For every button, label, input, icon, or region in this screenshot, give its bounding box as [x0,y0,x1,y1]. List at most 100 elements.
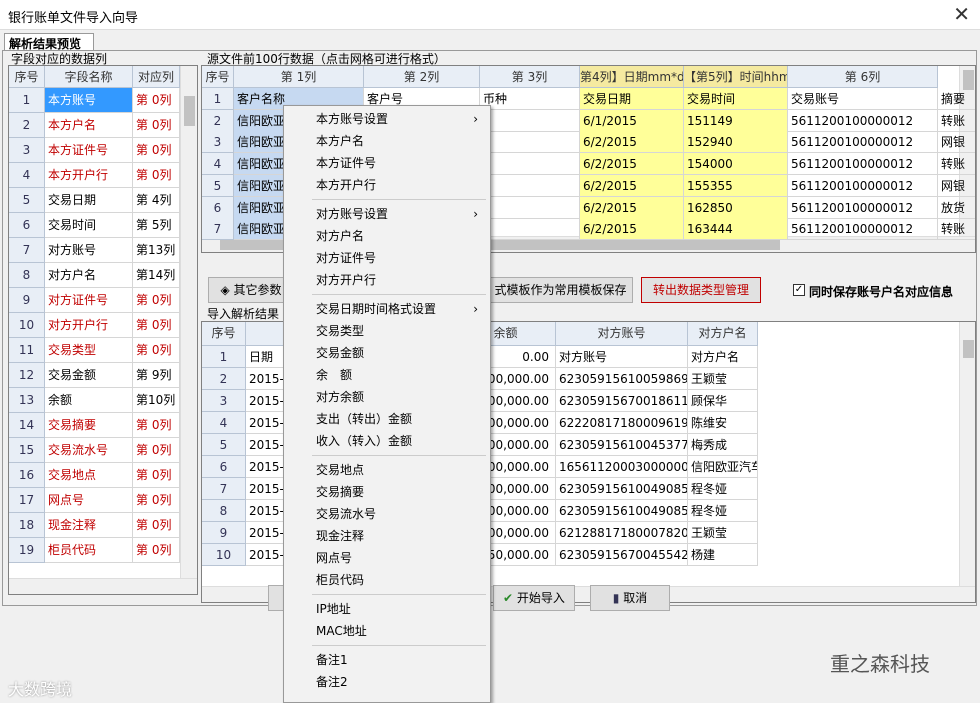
source-cell[interactable]: 放货 [938,197,975,219]
result-cell[interactable]: 623059156700186116 [556,390,688,412]
result-cell[interactable]: 623059156700455420 [556,544,688,566]
field-column-cell[interactable]: 第13列 [133,238,180,263]
menu-item[interactable]: 本方证件号 [286,152,488,174]
result-cell[interactable]: 王颖莹 [688,522,758,544]
cancel-button[interactable]: ▮ 取消 [590,585,670,611]
source-cell[interactable]: 交易时间 [684,88,788,110]
field-name-cell[interactable]: 对方开户行 [45,313,133,338]
other-params-button[interactable]: ◈ 其它参数 [208,277,294,303]
field-name-cell[interactable]: 网点号 [45,488,133,513]
menu-item[interactable]: IP地址 [286,598,488,620]
source-cell[interactable]: 币种 [480,88,580,110]
source-cell[interactable]: 154000 [684,153,788,176]
result-cell[interactable]: 梅秀成 [688,434,758,456]
field-column-cell[interactable]: 第 0列 [133,438,180,463]
result-cell[interactable]: 623059156100598696 [556,368,688,390]
result-cell[interactable]: 顾保华 [688,390,758,412]
result-cell[interactable]: 623059156100490852 [556,478,688,500]
field-column-cell[interactable]: 第 0列 [133,288,180,313]
source-cell[interactable]: 151149 [684,109,788,132]
field-column-cell[interactable]: 第 4列 [133,188,180,213]
menu-item[interactable]: 备注2 [286,671,488,693]
field-name-cell[interactable]: 交易金额 [45,363,133,388]
field-column-cell[interactable]: 第 0列 [133,488,180,513]
menu-item[interactable]: 余 额 [286,364,488,386]
field-column-cell[interactable]: 第 0列 [133,513,180,538]
tab-preview[interactable]: 解析结果预览 [4,33,94,51]
export-type-button[interactable]: 转出数据类型管理 [641,277,761,303]
menu-item[interactable]: 交易摘要 [286,481,488,503]
field-name-cell[interactable]: 交易类型 [45,338,133,363]
save-mapping-checkbox[interactable]: ✓ [793,284,805,296]
source-cell[interactable]: 152940 [684,131,788,154]
field-name-cell[interactable]: 交易地点 [45,463,133,488]
source-cell[interactable]: 交易账号 [788,88,938,110]
field-name-cell[interactable]: 现金注释 [45,513,133,538]
source-cell[interactable] [480,218,580,241]
source-cell[interactable]: 5611200100000012 [788,174,938,197]
field-column-cell[interactable]: 第 0列 [133,163,180,188]
source-cell[interactable]: 6/2/2015 [580,196,684,219]
source-cell[interactable]: 转账 [938,153,975,176]
field-column-cell[interactable]: 第 0列 [133,313,180,338]
field-name-cell[interactable]: 对方证件号 [45,288,133,313]
source-cell[interactable]: 5611200100000012 [788,153,938,176]
menu-item[interactable]: 支出（转出）金额 [286,408,488,430]
save-template-button[interactable]: 式模板作为常用模板保存 [488,277,633,303]
menu-item[interactable]: 对方开户行 [286,269,488,291]
field-column-cell[interactable]: 第14列 [133,263,180,288]
left-col-header[interactable]: 序号 [9,66,45,88]
source-cell[interactable]: 162850 [684,196,788,219]
source-cell[interactable] [480,196,580,219]
menu-item[interactable]: 本方账号设置 › [286,108,488,130]
source-cell[interactable]: 163444 [684,218,788,241]
result-cell[interactable]: 对方户名 [688,346,758,368]
result-cell[interactable]: 陈维安 [688,412,758,434]
left-col-header[interactable]: 字段名称 [45,66,133,88]
result-cell[interactable]: 杨建 [688,544,758,566]
source-cell[interactable]: 5611200100000012 [788,131,938,154]
left-hscroll[interactable] [9,578,197,594]
source-cell[interactable]: 155355 [684,174,788,197]
field-name-cell[interactable]: 交易时间 [45,213,133,238]
menu-item[interactable]: 对方证件号 [286,247,488,269]
field-column-cell[interactable]: 第 9列 [133,363,180,388]
result-cell[interactable]: 程冬娅 [688,500,758,522]
source-cell[interactable]: 摘要 [938,88,975,110]
result-vscroll[interactable] [959,322,975,586]
source-cell[interactable]: 网银 [938,175,975,197]
field-column-cell[interactable]: 第 0列 [133,538,180,563]
field-name-cell[interactable]: 本方证件号 [45,138,133,163]
field-name-cell[interactable]: 交易日期 [45,188,133,213]
menu-item[interactable]: 对方户名 [286,225,488,247]
field-name-cell[interactable]: 交易流水号 [45,438,133,463]
result-cell[interactable]: 622208171800096191 [556,412,688,434]
result-cell[interactable]: 1656112000300000001 [556,456,688,478]
source-cell[interactable]: 网银 [938,131,975,154]
field-mapping-grid[interactable]: 序号 字段名称 对应列 1 本方账号第 0列 2 本方户名第 0列 3 本方证件号第 0列 4 本方… [8,65,198,595]
field-name-cell[interactable]: 交易摘要 [45,413,133,438]
menu-item[interactable]: 备注1 [286,649,488,671]
field-column-cell[interactable]: 第 0列 [133,113,180,138]
field-name-cell[interactable]: 本方账号 [45,88,133,113]
source-cell[interactable]: 6/2/2015 [580,131,684,154]
source-cell[interactable] [480,109,580,132]
menu-item[interactable]: 柜员代码 [286,569,488,591]
source-cell[interactable]: 5611200100000012 [788,218,938,241]
result-cell[interactable]: 621288171800078200 [556,522,688,544]
menu-item[interactable]: 交易日期时间格式设置 › [286,298,488,320]
close-icon[interactable]: ✕ [953,2,970,26]
field-column-cell[interactable]: 第 0列 [133,338,180,363]
result-cell[interactable]: 623059156100453777 [556,434,688,456]
source-cell[interactable]: 6/2/2015 [580,218,684,241]
source-cell[interactable]: 6/2/2015 [580,174,684,197]
left-col-header[interactable]: 对应列 [133,66,180,88]
menu-item[interactable]: 网点号 [286,547,488,569]
menu-item[interactable]: 交易金额 [286,342,488,364]
field-name-cell[interactable]: 本方开户行 [45,163,133,188]
menu-item[interactable]: 交易流水号 [286,503,488,525]
menu-item[interactable]: 对方账号设置 › [286,203,488,225]
start-import-button[interactable]: ✔ 开始导入 [493,585,575,611]
result-cell[interactable]: 623059156100490852 [556,500,688,522]
field-column-cell[interactable]: 第 0列 [133,88,180,113]
